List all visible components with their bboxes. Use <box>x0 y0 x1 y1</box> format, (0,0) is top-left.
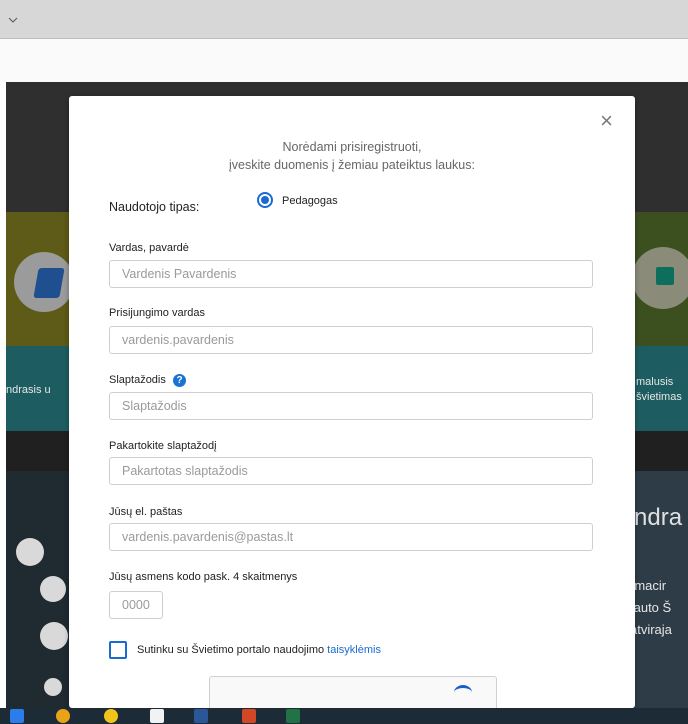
password-input[interactable] <box>109 392 593 420</box>
user-type-radio[interactable] <box>257 192 273 208</box>
chevron-down-icon[interactable] <box>8 12 18 26</box>
user-type-label: Naudotojo tipas: <box>109 200 200 214</box>
bg-heading: ndra <box>634 504 683 531</box>
recaptcha-widget[interactable] <box>209 676 497 708</box>
bg-link-right[interactable]: malusis <box>636 376 673 388</box>
full-name-label: Vardas, pavardė <box>109 242 189 254</box>
password-repeat-input[interactable] <box>109 457 593 485</box>
password-label: Slaptažodis <box>109 374 166 386</box>
agree-text-label: Sutinku su Švietimo portalo naudojimo <box>137 644 328 656</box>
bg-link-right-line2[interactable]: švietimas <box>636 391 682 403</box>
intro-line-1: Norėdami prisiregistruoti, <box>282 140 422 154</box>
bg-text-line: rmacir <box>630 578 667 593</box>
powerpoint-icon[interactable] <box>242 709 256 723</box>
agree-text: Sutinku su Švietimo portalo naudojimo ta… <box>137 644 381 656</box>
registration-modal: × Norėdami prisiregistruoti, įveskite du… <box>69 96 635 708</box>
password-repeat-label: Pakartokite slaptažodį <box>109 440 217 452</box>
tumblr-icon[interactable] <box>40 576 66 602</box>
intro-line-2: įveskite duomenis į žemiau pateiktus lau… <box>229 158 475 172</box>
social-icon[interactable] <box>44 678 62 696</box>
help-icon[interactable]: ? <box>173 374 186 387</box>
mail-icon[interactable] <box>150 709 164 723</box>
browser-toolbar <box>0 38 688 84</box>
personal-code-input[interactable] <box>109 591 163 619</box>
taskbar <box>0 708 688 724</box>
close-icon[interactable]: × <box>600 110 613 132</box>
social-icon[interactable] <box>40 622 68 650</box>
book-icon <box>33 268 65 298</box>
reader-icon <box>656 267 674 285</box>
recaptcha-icon <box>454 685 472 700</box>
personal-code-label: Jūsų asmens kodo pask. 4 skaitmenys <box>109 571 298 583</box>
media-player-icon[interactable] <box>10 709 24 723</box>
bg-text-line: tauto Š <box>630 600 672 615</box>
chrome-icon[interactable] <box>56 709 70 723</box>
full-name-input[interactable] <box>109 260 593 288</box>
emoji-app-icon[interactable] <box>104 709 118 723</box>
terms-link[interactable]: taisyklėmis <box>327 644 381 656</box>
word-icon[interactable] <box>194 709 208 723</box>
email-input[interactable] <box>109 523 593 551</box>
username-label: Prisijungimo vardas <box>109 307 205 319</box>
bg-link-left[interactable]: ndrasis u <box>6 384 51 396</box>
excel-icon[interactable] <box>286 709 300 723</box>
bg-text-line: atviraja <box>630 622 672 637</box>
social-icon[interactable] <box>16 538 44 566</box>
email-label: Jūsų el. paštas <box>109 506 183 518</box>
user-type-option-label[interactable]: Pedagogas <box>282 195 338 207</box>
username-input[interactable] <box>109 326 593 354</box>
agree-checkbox[interactable] <box>109 641 127 659</box>
intro-text: Norėdami prisiregistruoti, įveskite duom… <box>69 138 635 174</box>
browser-tab-strip <box>0 0 688 38</box>
